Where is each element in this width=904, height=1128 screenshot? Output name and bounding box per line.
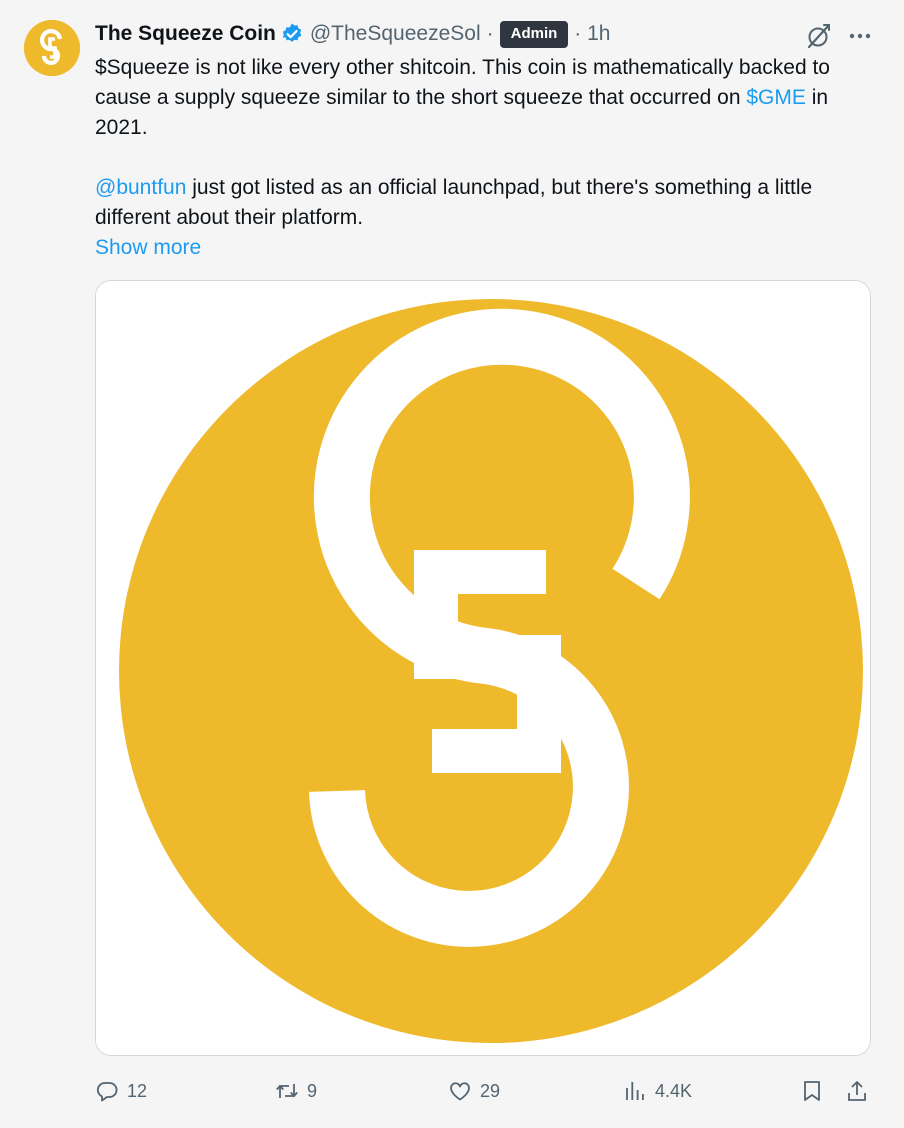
tweet-header: The Squeeze Coin @TheSqueezeSol · Admin … xyxy=(95,19,610,49)
tweet-text: $Squeeze is not like every other shitcoi… xyxy=(95,53,865,263)
bookmark-icon xyxy=(804,1081,820,1101)
squeeze-coin-logo-image xyxy=(96,281,870,1055)
reply-icon xyxy=(96,1082,118,1102)
tweet-paragraph-2: @buntfun just got listed as an official … xyxy=(95,173,865,233)
tweet-card: The Squeeze Coin @TheSqueezeSol · Admin … xyxy=(0,0,904,1128)
text-segment: just got listed as an official launchpad… xyxy=(95,176,813,229)
like-icon xyxy=(450,1082,470,1101)
view-count: 4.4K xyxy=(655,1080,693,1101)
author-avatar[interactable] xyxy=(24,20,80,76)
s-logo-icon xyxy=(24,20,80,76)
post-time[interactable]: · 1h xyxy=(574,22,610,46)
mention-link[interactable]: @buntfun xyxy=(95,176,186,199)
retweet-button[interactable]: 9 xyxy=(275,1074,317,1108)
action-bar: 12 9 29 4.4K xyxy=(95,1074,875,1108)
cashtag-link[interactable]: $GME xyxy=(746,86,806,109)
share-icon xyxy=(848,1081,866,1101)
grok-icon[interactable] xyxy=(805,22,833,50)
views-button[interactable]: 4.4K xyxy=(623,1074,692,1108)
show-more-link[interactable]: Show more xyxy=(95,233,201,263)
share-button[interactable] xyxy=(845,1074,869,1108)
author-display-name[interactable]: The Squeeze Coin xyxy=(95,22,276,46)
reply-count: 12 xyxy=(127,1080,148,1101)
tweet-media-image[interactable] xyxy=(95,280,871,1056)
views-icon xyxy=(626,1082,644,1100)
text-segment: $Squeeze is not like every other shitcoi… xyxy=(95,56,830,109)
retweet-icon xyxy=(276,1084,298,1098)
separator-dot: · xyxy=(486,22,494,45)
bookmark-button[interactable] xyxy=(800,1074,824,1108)
verified-badge-icon[interactable] xyxy=(280,22,304,46)
like-button[interactable]: 29 xyxy=(448,1074,500,1108)
reply-button[interactable]: 12 xyxy=(95,1074,147,1108)
author-handle[interactable]: @TheSqueezeSol xyxy=(310,22,481,46)
retweet-count: 9 xyxy=(307,1080,318,1101)
more-icon[interactable] xyxy=(846,22,874,50)
tweet-paragraph-1: $Squeeze is not like every other shitcoi… xyxy=(95,53,865,143)
admin-badge[interactable]: Admin xyxy=(499,20,569,48)
like-count: 29 xyxy=(480,1080,501,1101)
